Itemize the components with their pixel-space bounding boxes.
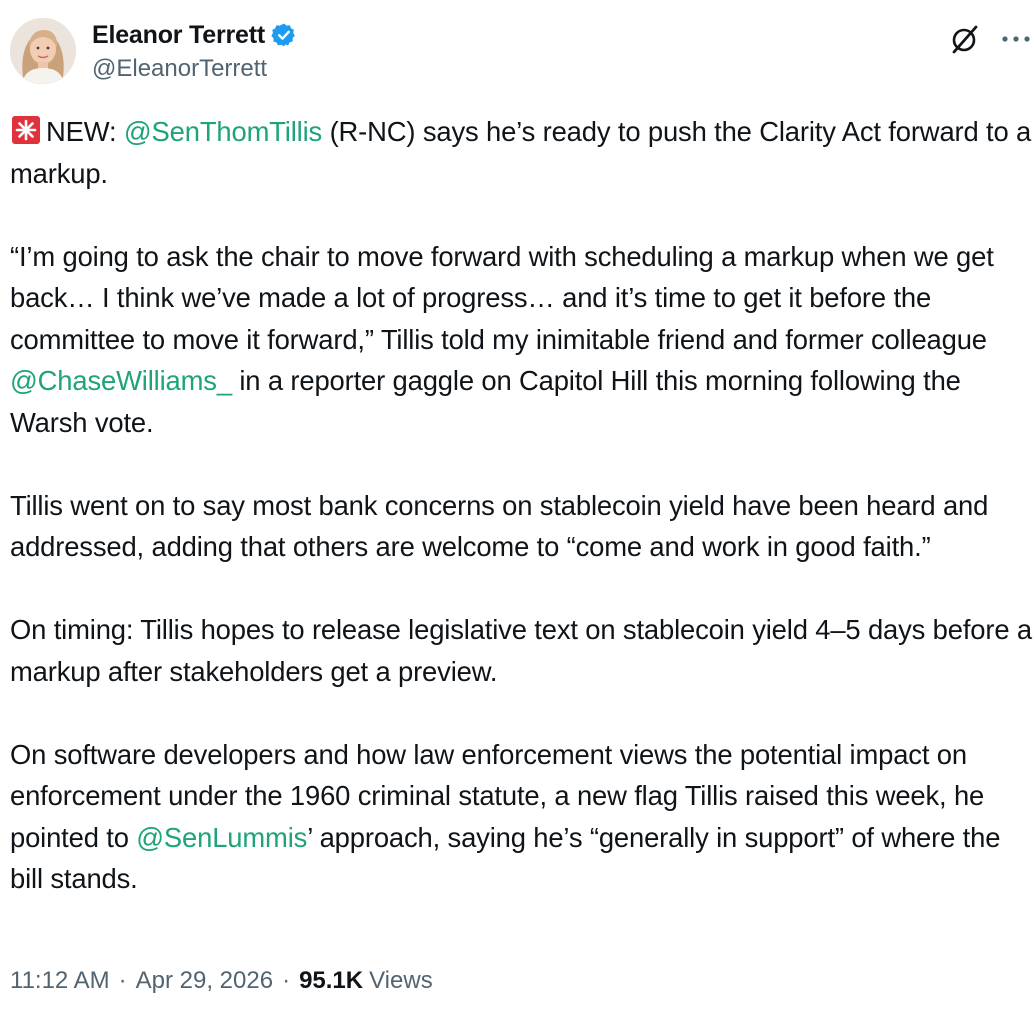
tweet-date[interactable]: Apr 29, 2026 <box>136 967 273 995</box>
mention-link-senlummis[interactable]: @SenLummis <box>136 822 307 853</box>
tweet-paragraph-1: NEW: @SenThomTillis (R-NC) says he’s rea… <box>10 111 1032 194</box>
tweet-time[interactable]: 11:12 AM <box>10 967 110 995</box>
avatar-image <box>10 18 76 84</box>
name-row: Eleanor Terrett <box>92 18 297 52</box>
tweet-paragraph-5: On software developers and how law enfor… <box>10 734 1032 900</box>
tweet-meta: 11:12 AM · Apr 29, 2026 · 95.1K Views <box>10 967 433 995</box>
avatar[interactable] <box>10 18 76 84</box>
mention-link-senthomtillis[interactable]: @SenThomTillis <box>124 116 322 147</box>
tweet-text: NEW: @SenThomTillis (R-NC) says he’s rea… <box>10 111 1032 941</box>
verified-badge-icon[interactable] <box>271 22 297 48</box>
tweet-paragraph-4: On timing: Tillis hopes to release legis… <box>10 614 1032 687</box>
meta-separator: · <box>118 967 127 994</box>
top-actions <box>948 22 1034 56</box>
mention-link-chasewilliams[interactable]: @ChaseWilliams_ <box>10 365 232 396</box>
siren-emoji-icon <box>10 114 42 146</box>
meta-separator: · <box>282 967 291 994</box>
tweet-header: Eleanor Terrett @EleanorTerrett <box>10 18 1034 90</box>
author-name[interactable]: Eleanor Terrett <box>92 21 265 50</box>
tweet-p2-part1: “I’m going to ask the chair to move forw… <box>10 240 994 355</box>
more-options-icon[interactable] <box>998 24 1034 54</box>
tweet-p1-lead: NEW: <box>46 116 124 147</box>
author-info: Eleanor Terrett @EleanorTerrett <box>92 18 297 83</box>
tweet-paragraph-2: “I’m going to ask the chair to move forw… <box>10 236 1032 444</box>
views-count[interactable]: 95.1K <box>299 967 363 995</box>
author-handle[interactable]: @EleanorTerrett <box>92 55 297 83</box>
views-label: Views <box>369 967 433 994</box>
grok-icon[interactable] <box>948 22 982 56</box>
tweet-paragraph-3: Tillis went on to say most bank concerns… <box>10 489 989 563</box>
